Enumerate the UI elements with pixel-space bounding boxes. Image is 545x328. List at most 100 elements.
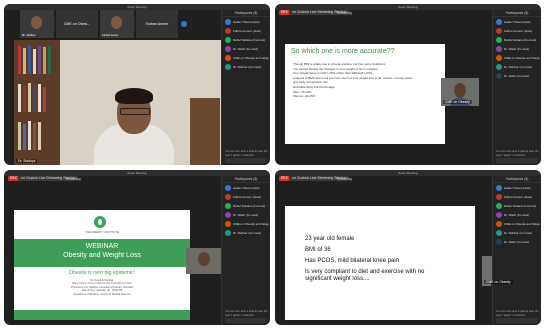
participant-row[interactable]: CME on Obesity and Weig... bbox=[493, 53, 541, 62]
chat-message: You can now send a chat as well. Do type… bbox=[496, 310, 539, 317]
avatar bbox=[496, 63, 502, 70]
slide-line: Women: 20-25% bbox=[293, 94, 316, 99]
recording-indicator: Recording bbox=[337, 11, 352, 15]
participant-name: Dr. Wasif (Co-host) bbox=[504, 212, 530, 217]
recording-indicator: Recording bbox=[337, 177, 352, 181]
avatar bbox=[225, 220, 231, 227]
participant-row[interactable]: Haider Tiwari (Host) bbox=[222, 183, 270, 192]
webinar-banner: WEBINAR Obesity and Weight Loss bbox=[14, 239, 190, 267]
participant-row[interactable]: Rahul Sultana (Co-host) bbox=[222, 35, 270, 44]
recording-indicator: Recording bbox=[66, 177, 81, 181]
participants-panel: Participants (8) Haider Tiwari (Host) Fa… bbox=[221, 10, 270, 165]
participant-name: Dr. Wasif (Co-host) bbox=[233, 212, 259, 217]
avatar bbox=[496, 211, 502, 218]
avatar bbox=[496, 54, 502, 61]
chat-input[interactable] bbox=[225, 158, 267, 163]
name-tile[interactable]: CME on Obesi... bbox=[56, 10, 98, 38]
participant-row[interactable]: Dr. Rehbar (Co-host) bbox=[493, 228, 541, 237]
participant-row[interactable]: Dr. Zafar (Co-host) bbox=[493, 71, 541, 80]
participants-header: Participants (8) bbox=[222, 176, 270, 183]
avatar bbox=[496, 193, 502, 200]
slide-tagline: Obesity is next big epidemic! bbox=[68, 270, 136, 276]
gallery-strip: Mr. Siddiqui CME on Obesi... Farhan Amee… bbox=[20, 10, 188, 38]
video-thumbnail[interactable]: Farhan Ameer bbox=[100, 10, 134, 38]
participant-name: Rahul Sultana (Co-host) bbox=[233, 37, 266, 42]
avatar bbox=[225, 18, 231, 25]
avatar bbox=[225, 193, 231, 200]
participants-panel: Participants (8) Haider Tiwari (Host) Fa… bbox=[492, 10, 541, 165]
self-view-video[interactable]: CME on Obesity bbox=[441, 78, 479, 106]
slide-line: 23 year old female bbox=[305, 236, 355, 242]
participant-name: Haider Tiwari (Host) bbox=[504, 185, 531, 190]
participants-header: Participants (8) bbox=[493, 176, 541, 183]
slide-body: 23 year old female BMI of 36 Has PCOS, m… bbox=[305, 236, 424, 287]
participant-row[interactable]: Farhan Ameer (Host) bbox=[222, 26, 270, 35]
participant-name: CME on Obesity and Weig... bbox=[504, 55, 541, 60]
banner-subheading: Obesity and Weight Loss bbox=[63, 252, 141, 259]
zoom-window-speaker-view: Zoom Meeting Mr. Siddiqui CME on Obesi..… bbox=[4, 4, 270, 165]
participant-name: Dr. Wasif (Co-host) bbox=[504, 46, 530, 51]
participant-row[interactable]: Farhan Ameer (Host) bbox=[493, 26, 541, 35]
participant-row[interactable]: Dr. Rehbar (Co-host) bbox=[222, 228, 270, 237]
participant-row[interactable]: Farhan Ameer (Host) bbox=[222, 192, 270, 201]
participant-row[interactable]: CME on Obesity and Weig... bbox=[222, 219, 270, 228]
participant-row[interactable]: Dr. Rehbar (Co-host) bbox=[493, 62, 541, 71]
participant-name: Dr. Rehbar (Co-host) bbox=[233, 230, 261, 235]
participant-row[interactable]: Dr. Wasif (Co-host) bbox=[222, 210, 270, 219]
participant-name: Haider Tiwari (Host) bbox=[233, 185, 260, 190]
chat-input[interactable] bbox=[496, 158, 538, 163]
participant-row[interactable]: Haider Tiwari (Host) bbox=[493, 183, 541, 192]
participant-row[interactable]: Rahul Sultana (Co-host) bbox=[222, 201, 270, 210]
slide-line: BMI of 36 bbox=[305, 247, 331, 253]
avatar bbox=[225, 229, 231, 236]
participant-name: Dr. Wasif (Co-host) bbox=[233, 46, 259, 51]
avatar bbox=[496, 202, 502, 209]
participants-header: Participants (8) bbox=[493, 10, 541, 17]
self-view-video[interactable] bbox=[186, 248, 224, 274]
video-thumbnail[interactable]: Mr. Siddiqui bbox=[20, 10, 54, 38]
participant-row[interactable]: Dr. Wasif (Co-host) bbox=[493, 210, 541, 219]
participant-name: Farhan Ameer (Host) bbox=[504, 28, 533, 33]
avatar bbox=[496, 36, 502, 43]
participant-name: Dr. Rehbar (Co-host) bbox=[504, 230, 532, 235]
avatar bbox=[496, 184, 502, 191]
participant-row[interactable]: Farhan Ameer (Host) bbox=[493, 192, 541, 201]
participant-row[interactable]: Rahul Sultana (Co-host) bbox=[493, 201, 541, 210]
thumbnail-name: Mr. Siddiqui bbox=[22, 34, 36, 37]
participants-panel: Participants (8) Haider Tiwari (Host) Fa… bbox=[492, 176, 541, 325]
participant-row[interactable]: Dr. Rehbar (Co-host) bbox=[222, 62, 270, 71]
avatar bbox=[496, 18, 502, 25]
name-tile-label: CME on Obesi... bbox=[63, 22, 91, 26]
participant-row[interactable]: CME on Obesity and Weig... bbox=[222, 53, 270, 62]
participant-row[interactable]: Dr. Zafar (Co-host) bbox=[493, 237, 541, 246]
avatar bbox=[225, 184, 231, 191]
bookshelf bbox=[14, 40, 60, 165]
participant-row[interactable]: Haider Tiwari (Host) bbox=[493, 17, 541, 26]
avatar bbox=[225, 45, 231, 52]
chat-input[interactable] bbox=[225, 318, 267, 323]
avatar bbox=[496, 220, 502, 227]
avatar bbox=[496, 229, 502, 236]
participant-row[interactable]: Haider Tiwari (Host) bbox=[222, 17, 270, 26]
participant-row[interactable]: Rahul Sultana (Co-host) bbox=[493, 35, 541, 44]
participant-name: Dr. Rehbar (Co-host) bbox=[233, 64, 261, 69]
more-button[interactable] bbox=[180, 10, 188, 38]
slide-title: So which one is more accurate?? bbox=[291, 48, 395, 55]
participant-name: Rahul Sultana (Co-host) bbox=[504, 203, 537, 208]
chat-input[interactable] bbox=[496, 318, 538, 323]
participant-row[interactable]: Dr. Wasif (Co-host) bbox=[222, 44, 270, 53]
participant-row[interactable]: CME on Obesity and Weig... bbox=[493, 219, 541, 228]
banner-heading: WEBINAR bbox=[85, 243, 119, 250]
shared-slide: THE OBESITY INSTITUTE WEBINAR Obesity an… bbox=[14, 210, 190, 320]
participant-name: Farhan Ameer (Host) bbox=[504, 194, 533, 199]
participants-panel: Participants (8) Haider Tiwari (Host) Fa… bbox=[221, 176, 270, 325]
participant-row[interactable]: Dr. Wasif (Co-host) bbox=[493, 44, 541, 53]
name-tile[interactable]: Farhan Ameer bbox=[136, 10, 178, 38]
participant-name: Haider Tiwari (Host) bbox=[504, 19, 531, 24]
participants-header: Participants (8) bbox=[222, 10, 270, 17]
avatar bbox=[225, 54, 231, 61]
thumbnail-name: Farhan Ameer bbox=[102, 34, 119, 37]
speaker-glasses bbox=[120, 108, 150, 115]
avatar bbox=[225, 36, 231, 43]
zoom-window-shared-slide: Zoom Meeting REC on Custom Live Streamin… bbox=[275, 4, 541, 165]
